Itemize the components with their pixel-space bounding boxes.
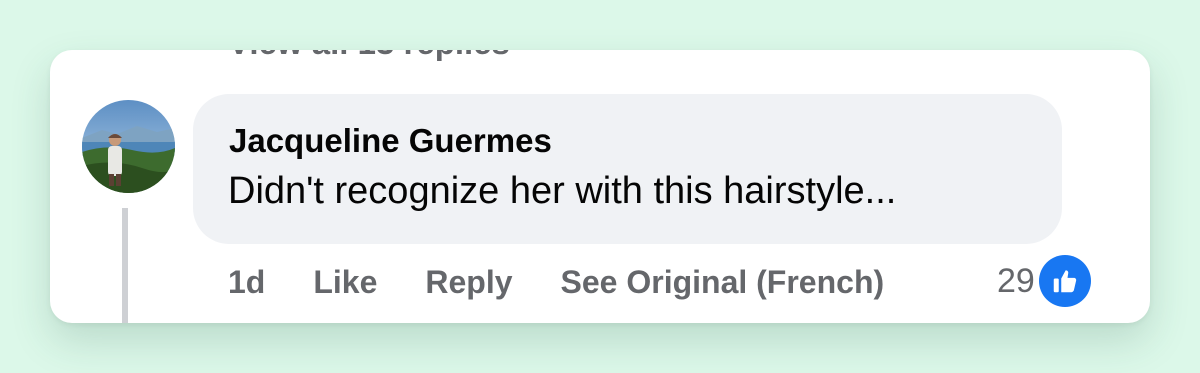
reply-thread-line (122, 208, 128, 323)
avatar[interactable] (82, 100, 175, 193)
thumbs-up-icon (1038, 255, 1091, 307)
view-replies-link[interactable]: View all 13 replies (228, 50, 510, 62)
see-original-button[interactable]: See Original (French) (561, 264, 885, 301)
reaction-summary[interactable]: 29 (997, 254, 1091, 308)
reply-button[interactable]: Reply (425, 264, 512, 301)
author-name[interactable]: Jacqueline Guermes (229, 122, 552, 160)
comment-card: View all 13 replies Jacqueline Guermes D… (50, 50, 1150, 323)
comment-text: Didn't recognize her with this hairstyle… (228, 170, 897, 212)
comment-actions: 1d Like Reply See Original (French) (228, 262, 884, 302)
reaction-count: 29 (997, 261, 1035, 300)
like-button[interactable]: Like (313, 264, 377, 301)
profile-photo-icon (82, 100, 175, 193)
comment-timestamp[interactable]: 1d (228, 264, 265, 301)
comment-bubble: Jacqueline Guermes Didn't recognize her … (193, 94, 1062, 244)
